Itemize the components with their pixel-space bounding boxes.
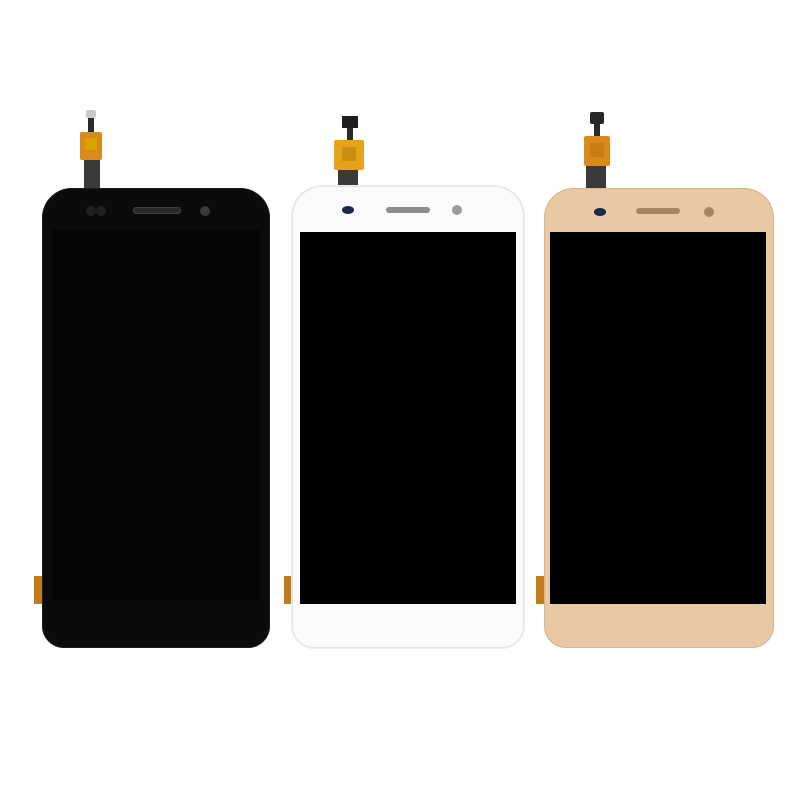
product-photo (0, 0, 800, 800)
cable-strip-lower (586, 166, 606, 190)
gold-lcd-panel (0, 0, 800, 800)
camera-icon (594, 208, 606, 216)
lcd-screen (550, 232, 766, 604)
front-sensor-icon (704, 207, 714, 217)
cable-chip (590, 143, 604, 157)
cable-connector-tip (590, 112, 604, 124)
earpiece-grille (636, 208, 680, 214)
